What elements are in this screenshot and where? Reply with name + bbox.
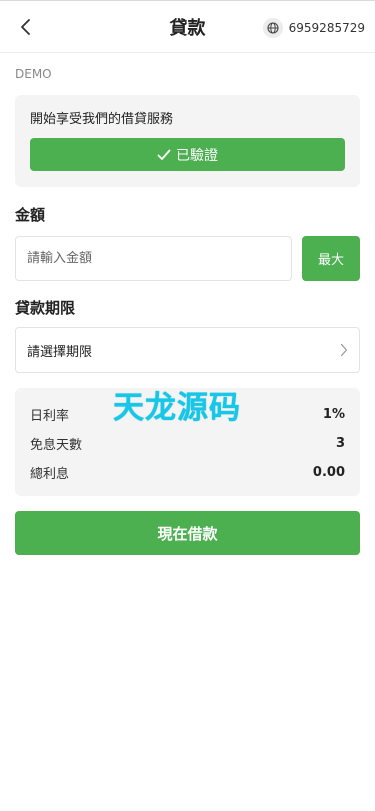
account-indicator[interactable]: 6959285729 — [262, 17, 365, 39]
summary-label: 免息天數 — [30, 438, 83, 453]
summary-row-free-days: 免息天數 3 — [30, 429, 345, 458]
summary-label: 日利率 — [30, 409, 70, 424]
amount-row: 最大 — [15, 236, 360, 281]
summary-label: 總利息 — [30, 467, 70, 482]
verified-button[interactable]: 已驗證 — [30, 138, 345, 171]
verify-hint: 開始享受我們的借貸服務 — [30, 112, 174, 127]
period-select[interactable]: 請選擇期限 — [15, 327, 360, 373]
loan-summary: 日利率 1% 免息天數 3 總利息 0.00 天龙源码 — [15, 388, 360, 496]
demo-label: DEMO — [15, 67, 52, 81]
verify-card: 開始享受我們的借貸服務 已驗證 — [15, 95, 360, 187]
chevron-right-icon — [340, 343, 348, 357]
watermark-text: 天龙源码 — [113, 390, 241, 426]
max-button[interactable]: 最大 — [302, 236, 360, 281]
chevron-left-icon — [21, 19, 30, 35]
check-icon — [157, 149, 171, 160]
summary-row-total-interest: 總利息 0.00 — [30, 458, 345, 487]
borrow-now-button[interactable]: 現在借款 — [15, 511, 360, 555]
amount-label: 金額 — [15, 206, 46, 224]
summary-value: 3 — [335, 436, 345, 451]
back-button[interactable] — [14, 14, 38, 40]
verified-button-label: 已驗證 — [176, 147, 218, 164]
globe-icon — [262, 18, 283, 38]
app-header: 貸款 6959285729 — [0, 1, 375, 53]
period-label: 貸款期限 — [15, 299, 76, 317]
summary-value: 0.00 — [312, 465, 345, 480]
summary-value: 1% — [322, 407, 345, 422]
period-select-text: 請選擇期限 — [27, 344, 93, 360]
account-number: 6959285729 — [288, 21, 365, 35]
amount-input[interactable] — [15, 236, 292, 281]
page-title: 貸款 — [169, 17, 206, 39]
